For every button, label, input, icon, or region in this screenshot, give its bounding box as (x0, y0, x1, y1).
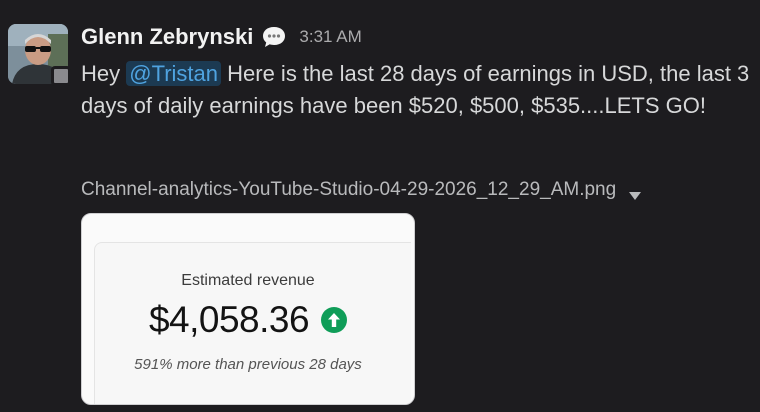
revenue-comparison: 591% more than previous 28 days (134, 356, 362, 373)
revenue-value: $4,058.36 (148, 299, 310, 340)
message-timestamp[interactable]: 3:31 AM (299, 27, 361, 47)
speech-bubble-icon[interactable] (261, 25, 287, 49)
user-mention[interactable]: @Tristan (126, 61, 222, 86)
revenue-label: Estimated revenue (181, 272, 315, 289)
attachment-header: Channel-analytics-YouTube-Studio-04-29-2… (81, 176, 642, 204)
arrow-up-icon (321, 307, 348, 333)
attachment-filename[interactable]: Channel-analytics-YouTube-Studio-04-29-2… (81, 179, 616, 201)
image-attachment-preview[interactable]: Estimated revenue $4,058.36 591% more th… (81, 213, 415, 405)
revenue-value-row: $4,058.36 (82, 298, 414, 342)
author-name[interactable]: Glenn Zebrynski (81, 24, 253, 50)
message-text-start: Hey (81, 61, 127, 86)
message-header: Glenn Zebrynski 3:31 AM (81, 22, 362, 52)
presence-indicator (51, 66, 71, 86)
message-item: Glenn Zebrynski 3:31 AM Hey @Tristan Her… (0, 0, 760, 412)
message-text: Hey @Tristan Here is the last 28 days of… (81, 58, 753, 122)
chevron-down-icon[interactable] (628, 185, 642, 200)
